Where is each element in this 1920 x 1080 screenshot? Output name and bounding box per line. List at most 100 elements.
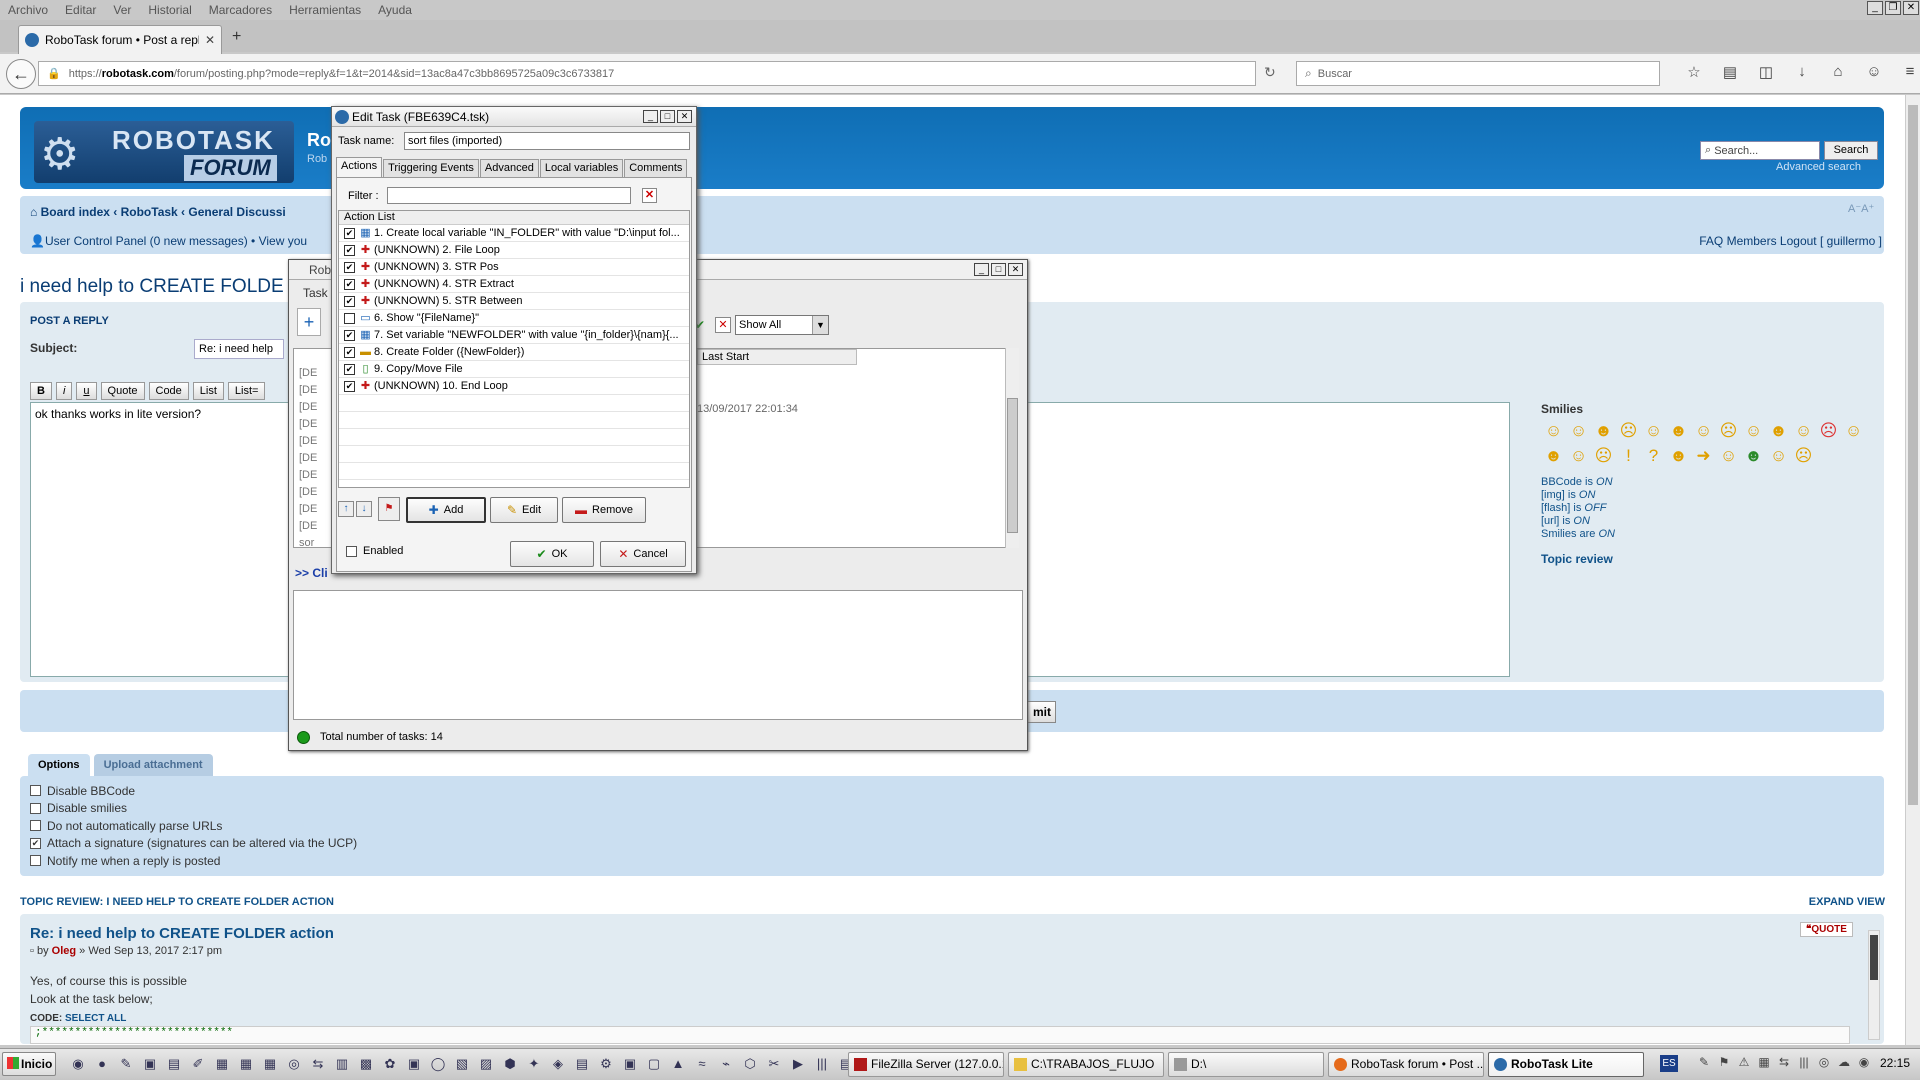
list-item[interactable]: [DE xyxy=(299,433,317,450)
page-scrollbar[interactable] xyxy=(1905,95,1920,1045)
taskbar-filezilla[interactable]: FileZilla Server (127.0.0.1) xyxy=(848,1052,1004,1077)
checkbox-checked[interactable]: ✔ xyxy=(344,278,355,290)
menu-item-herramientas[interactable]: Herramientas xyxy=(289,3,361,17)
task-menu[interactable]: Task xyxy=(303,286,328,300)
review-post-title[interactable]: Re: i need help to CREATE FOLDER action xyxy=(30,925,334,942)
close-tab-icon[interactable]: ✕ xyxy=(205,33,215,47)
show-all-select[interactable]: Show All ▼ xyxy=(735,315,829,335)
tab-triggering-events[interactable]: Triggering Events xyxy=(383,159,479,177)
firefox-icon[interactable]: ● xyxy=(90,1054,114,1074)
new-tab-icon[interactable]: + xyxy=(232,28,241,46)
underline-button[interactable]: u xyxy=(76,382,97,400)
action-row-7[interactable]: ✔ ▦ 7. Set variable "NEWFOLDER" with value… xyxy=(339,327,689,344)
checkbox-checked[interactable]: ✔ xyxy=(344,346,355,358)
chat-icon[interactable]: ☺ xyxy=(1856,63,1892,81)
app-icon[interactable]: ⇆ xyxy=(306,1054,330,1074)
app-icon[interactable]: ◈ xyxy=(546,1054,570,1074)
clear-filter-icon[interactable]: ✕ xyxy=(642,188,657,203)
menu-item-marcadores[interactable]: Marcadores xyxy=(209,3,272,17)
app-icon[interactable]: ▥ xyxy=(330,1054,354,1074)
tray-icon[interactable]: ⇆ xyxy=(1774,1052,1794,1072)
user-links[interactable]: FAQ Members Logout [ guillermo ] xyxy=(1699,234,1882,248)
tab-local-variables[interactable]: Local variables xyxy=(539,159,624,177)
checkbox-checked[interactable]: ✔ xyxy=(30,837,41,849)
minimize-button[interactable]: _ xyxy=(974,263,989,276)
clock[interactable]: 22:15 xyxy=(1880,1056,1910,1070)
smiley-icon[interactable]: ☻ xyxy=(1541,443,1566,468)
tab-comments[interactable]: Comments xyxy=(624,159,688,177)
tray-icon[interactable]: ▦ xyxy=(1754,1052,1774,1072)
app-icon[interactable]: ◉ xyxy=(66,1054,90,1074)
app-icon[interactable]: ▤ xyxy=(570,1054,594,1074)
url-bar[interactable]: 🔒 https:// robotask.com /forum/posting.p… xyxy=(38,61,1256,86)
checkbox[interactable] xyxy=(30,855,41,867)
font-size-control[interactable]: A⁻A⁺ xyxy=(1848,202,1874,215)
browser-tab[interactable]: RoboTask forum • Post a reply ✕ xyxy=(18,25,222,54)
menu-item-historial[interactable]: Historial xyxy=(148,3,191,17)
smiley-icon[interactable]: ☺ xyxy=(1566,443,1591,468)
checkbox-checked[interactable]: ✔ xyxy=(344,329,355,341)
app-icon[interactable]: ||| xyxy=(810,1054,834,1074)
app-icon[interactable]: ▦ xyxy=(258,1054,282,1074)
post-author[interactable]: Oleg xyxy=(52,945,76,957)
language-indicator[interactable]: ES xyxy=(1660,1055,1678,1072)
app-icon[interactable]: ▦ xyxy=(210,1054,234,1074)
checkbox[interactable] xyxy=(344,312,355,324)
task-list-scrollbar[interactable] xyxy=(1005,348,1019,548)
action-row-10[interactable]: ✔ ✚ (UNKNOWN) 10. End Loop xyxy=(339,378,689,395)
tab-actions[interactable]: Actions xyxy=(336,157,383,177)
page-title[interactable]: i need help to CREATE FOLDE xyxy=(20,276,284,298)
tab-advanced[interactable]: Advanced xyxy=(479,159,539,177)
minimize-button[interactable]: _ xyxy=(1867,1,1883,15)
checkbox-checked[interactable]: ✔ xyxy=(344,295,355,307)
app-icon[interactable]: ▶ xyxy=(786,1054,810,1074)
smiley-icon[interactable]: ☹ xyxy=(1816,418,1841,443)
app-icon[interactable]: ▣ xyxy=(138,1054,162,1074)
action-row-8[interactable]: ✔ ▬ 8. Create Folder ({NewFolder}) xyxy=(339,344,689,361)
smiley-icon[interactable]: ☺ xyxy=(1791,418,1816,443)
list-item[interactable]: [DE xyxy=(299,365,317,382)
app-icon[interactable]: ≈ xyxy=(690,1054,714,1074)
app-icon[interactable]: ▲ xyxy=(666,1054,690,1074)
app-icon[interactable]: ▦ xyxy=(234,1054,258,1074)
checkbox-checked[interactable]: ✔ xyxy=(344,227,355,239)
option-no-parse-urls[interactable]: Do not automatically parse URLs xyxy=(30,817,357,835)
tray-icon[interactable]: ⚠ xyxy=(1734,1052,1754,1072)
smiley-icon[interactable]: ☻ xyxy=(1766,418,1791,443)
maximize-button[interactable]: □ xyxy=(991,263,1006,276)
app-icon[interactable]: ⌁ xyxy=(714,1054,738,1074)
checkbox[interactable] xyxy=(346,545,357,557)
list-item[interactable]: [DE xyxy=(299,382,317,399)
maximize-button[interactable]: □ xyxy=(660,110,675,123)
tray-icon[interactable]: ✎ xyxy=(1694,1052,1714,1072)
checkbox[interactable] xyxy=(30,785,41,797)
click-link[interactable]: >> Cli xyxy=(295,566,328,580)
taskbar-robotask-lite[interactable]: RoboTask Lite xyxy=(1488,1052,1644,1077)
menu-item-ayuda[interactable]: Ayuda xyxy=(378,3,412,17)
list-button[interactable]: List xyxy=(192,382,224,400)
robotask-logo[interactable]: ⚙ ROBOTASK FORUM xyxy=(34,121,294,183)
close-button[interactable]: ✕ xyxy=(677,110,692,123)
pocket-icon[interactable]: ◫ xyxy=(1748,63,1784,81)
user-control-panel-link[interactable]: 👤User Control Panel (0 new messages) • V… xyxy=(30,234,307,248)
list-item[interactable]: [DE xyxy=(299,501,317,518)
tray-icon[interactable]: ☁ xyxy=(1834,1052,1854,1072)
checkbox[interactable] xyxy=(30,820,41,832)
review-scrollbar[interactable] xyxy=(1868,930,1880,1040)
app-icon[interactable]: ▩ xyxy=(354,1054,378,1074)
tray-icon[interactable]: ⚑ xyxy=(1714,1052,1734,1072)
task-name-input[interactable]: sort files (imported) xyxy=(404,132,690,150)
list-item[interactable]: [DE xyxy=(299,450,317,467)
action-row-4[interactable]: ✔ ✚ (UNKNOWN) 4. STR Extract xyxy=(339,276,689,293)
bold-button[interactable]: B xyxy=(30,382,52,400)
tray-icon[interactable]: ||| xyxy=(1794,1052,1814,1072)
app-icon[interactable]: ◎ xyxy=(282,1054,306,1074)
app-icon[interactable]: ✂ xyxy=(762,1054,786,1074)
smiley-icon[interactable]: ☺ xyxy=(1541,418,1566,443)
ordered-list-button[interactable]: List= xyxy=(227,382,266,400)
add-action-button[interactable]: ✚ Add xyxy=(406,497,486,523)
smiley-icon[interactable]: ☻ xyxy=(1591,418,1616,443)
browser-search-input[interactable]: ⌕ Buscar xyxy=(1296,61,1660,86)
breadcrumb[interactable]: ⌂ Board index ‹ RoboTask ‹ General Discu… xyxy=(30,205,286,219)
forum-search-input[interactable]: ⌕ Search... xyxy=(1700,141,1820,160)
